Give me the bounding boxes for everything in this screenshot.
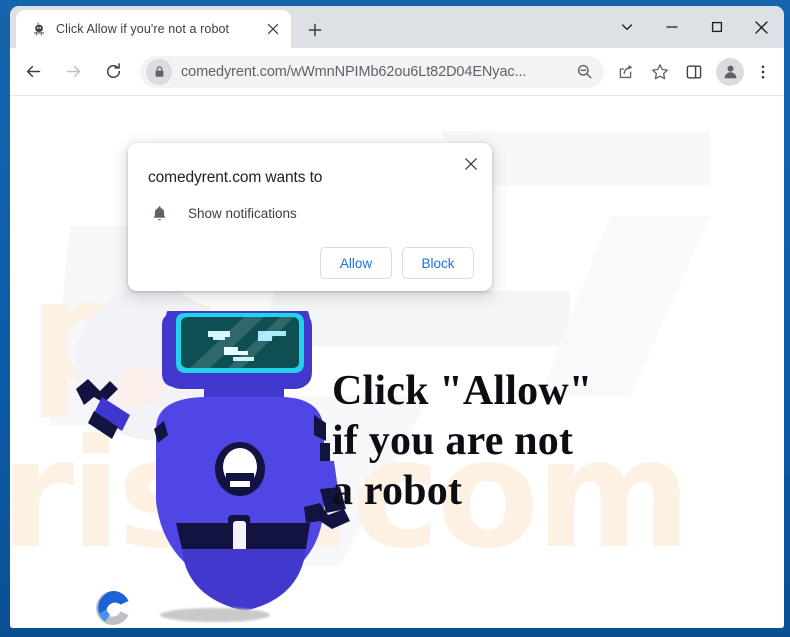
forward-button[interactable] (56, 55, 90, 89)
dialog-actions: Allow Block (146, 247, 474, 279)
tab-title: Click Allow if you're not a robot (56, 22, 230, 36)
dialog-title: comedyrent.com wants to (148, 169, 323, 186)
window-close-button[interactable] (739, 6, 784, 48)
dialog-request-row: Show notifications (149, 203, 474, 223)
robot-mascot-illustration (76, 311, 350, 611)
tab-search-button[interactable] (604, 6, 649, 48)
robot-favicon (30, 20, 48, 38)
dialog-close-icon[interactable] (458, 151, 484, 177)
browser-window: Click Allow if you're not a robot comedy… (0, 0, 790, 637)
allow-button[interactable]: Allow (320, 247, 392, 279)
back-button[interactable] (16, 55, 50, 89)
bell-icon (149, 203, 169, 223)
headline-line-1: Click "Allow" (332, 368, 593, 414)
browser-window-inner: Click Allow if you're not a robot comedy… (10, 6, 784, 628)
notification-permission-dialog: comedyrent.com wants to Show notificatio… (128, 143, 492, 291)
browser-toolbar: comedyrent.com/wWmnNPIMb62ou6Lt82D04ENya… (10, 48, 784, 96)
page-headline: Click "Allow" if you are not a robot (332, 366, 712, 516)
address-bar-url[interactable]: comedyrent.com/wWmnNPIMb62ou6Lt82D04ENya… (181, 64, 570, 80)
reload-button[interactable] (96, 55, 130, 89)
lock-icon[interactable] (146, 58, 172, 85)
captcha-c-icon (95, 591, 129, 625)
zoom-out-icon[interactable] (570, 58, 598, 86)
profile-avatar-icon[interactable] (716, 57, 744, 86)
new-tab-button[interactable] (302, 17, 328, 43)
close-icon[interactable] (263, 19, 283, 39)
headline-line-2: if you are not (332, 418, 574, 464)
tab-active[interactable]: Click Allow if you're not a robot (16, 10, 291, 48)
minimize-button[interactable] (649, 6, 694, 48)
tab-strip: Click Allow if you're not a robot (10, 6, 784, 48)
window-controls (604, 6, 784, 48)
block-button[interactable]: Block (402, 247, 474, 279)
maximize-button[interactable] (694, 6, 739, 48)
browser-menu-icon[interactable] (748, 56, 778, 88)
e-captcha-logo: E-CAPTCHA (82, 588, 144, 628)
address-bar[interactable]: comedyrent.com/wWmnNPIMb62ou6Lt82D04ENya… (140, 55, 604, 88)
share-icon[interactable] (610, 56, 642, 88)
bookmark-star-icon[interactable] (644, 56, 676, 88)
page-content: pc risk.com (10, 96, 784, 628)
dialog-request-label: Show notifications (188, 205, 297, 221)
robot-shadow (160, 608, 270, 622)
side-panel-icon[interactable] (678, 56, 710, 88)
headline-line-3: a robot (332, 468, 463, 514)
